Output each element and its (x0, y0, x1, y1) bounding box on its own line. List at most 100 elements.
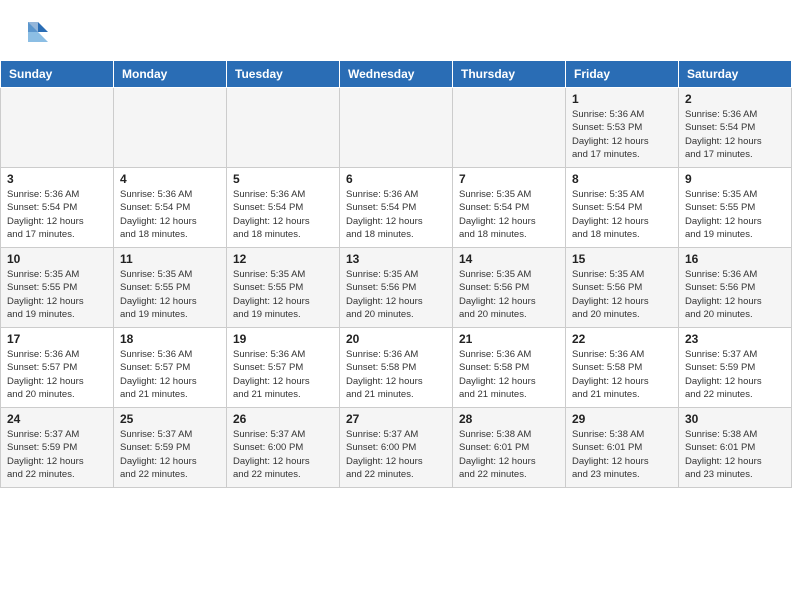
calendar-cell (114, 88, 227, 168)
calendar-week-4: 17 Sunrise: 5:36 AM Sunset: 5:57 PM Dayli… (1, 328, 792, 408)
day-number: 13 (346, 252, 446, 266)
day-number: 11 (120, 252, 220, 266)
calendar-cell (340, 88, 453, 168)
day-info: Sunrise: 5:35 AM Sunset: 5:55 PM Dayligh… (120, 268, 220, 321)
day-info: Sunrise: 5:37 AM Sunset: 5:59 PM Dayligh… (685, 348, 785, 401)
calendar-cell: 14 Sunrise: 5:35 AM Sunset: 5:56 PM Dayli… (453, 248, 566, 328)
day-info: Sunrise: 5:36 AM Sunset: 5:58 PM Dayligh… (572, 348, 672, 401)
calendar-week-1: 1Sunrise: 5:36 AM Sunset: 5:53 PM Daylig… (1, 88, 792, 168)
calendar-cell: 30 Sunrise: 5:38 AM Sunset: 6:01 PM Dayli… (679, 408, 792, 488)
calendar-cell: 25 Sunrise: 5:37 AM Sunset: 5:59 PM Dayli… (114, 408, 227, 488)
calendar-cell: 21 Sunrise: 5:36 AM Sunset: 5:58 PM Dayli… (453, 328, 566, 408)
day-info: Sunrise: 5:37 AM Sunset: 5:59 PM Dayligh… (120, 428, 220, 481)
day-info: Sunrise: 5:35 AM Sunset: 5:56 PM Dayligh… (346, 268, 446, 321)
calendar-table: SundayMondayTuesdayWednesdayThursdayFrid… (0, 60, 792, 488)
day-number: 21 (459, 332, 559, 346)
calendar-cell: 13 Sunrise: 5:35 AM Sunset: 5:56 PM Dayli… (340, 248, 453, 328)
day-info: Sunrise: 5:36 AM Sunset: 5:54 PM Dayligh… (346, 188, 446, 241)
day-number: 18 (120, 332, 220, 346)
calendar-cell: 29 Sunrise: 5:38 AM Sunset: 6:01 PM Dayli… (566, 408, 679, 488)
day-info: Sunrise: 5:35 AM Sunset: 5:55 PM Dayligh… (233, 268, 333, 321)
day-number: 8 (572, 172, 672, 186)
calendar-cell: 23 Sunrise: 5:37 AM Sunset: 5:59 PM Dayli… (679, 328, 792, 408)
weekday-header-monday: Monday (114, 61, 227, 88)
day-info: Sunrise: 5:36 AM Sunset: 5:54 PM Dayligh… (685, 108, 785, 161)
day-number: 2 (685, 92, 785, 106)
day-info: Sunrise: 5:35 AM Sunset: 5:56 PM Dayligh… (459, 268, 559, 321)
calendar-cell: 4 Sunrise: 5:36 AM Sunset: 5:54 PM Daylig… (114, 168, 227, 248)
day-number: 6 (346, 172, 446, 186)
day-number: 28 (459, 412, 559, 426)
day-number: 16 (685, 252, 785, 266)
day-info: Sunrise: 5:38 AM Sunset: 6:01 PM Dayligh… (572, 428, 672, 481)
day-info: Sunrise: 5:36 AM Sunset: 5:58 PM Dayligh… (459, 348, 559, 401)
calendar-week-5: 24 Sunrise: 5:37 AM Sunset: 5:59 PM Dayli… (1, 408, 792, 488)
page-header (0, 0, 792, 56)
day-info: Sunrise: 5:37 AM Sunset: 6:00 PM Dayligh… (233, 428, 333, 481)
weekday-header-friday: Friday (566, 61, 679, 88)
day-info: Sunrise: 5:36 AM Sunset: 5:57 PM Dayligh… (233, 348, 333, 401)
day-number: 20 (346, 332, 446, 346)
calendar-week-3: 10 Sunrise: 5:35 AM Sunset: 5:55 PM Dayli… (1, 248, 792, 328)
day-info: Sunrise: 5:37 AM Sunset: 6:00 PM Dayligh… (346, 428, 446, 481)
calendar-week-2: 3Sunrise: 5:36 AM Sunset: 5:54 PM Daylig… (1, 168, 792, 248)
calendar-cell: 15Sunrise: 5:35 AM Sunset: 5:56 PM Dayli… (566, 248, 679, 328)
day-number: 24 (7, 412, 107, 426)
day-number: 23 (685, 332, 785, 346)
calendar-body: 1Sunrise: 5:36 AM Sunset: 5:53 PM Daylig… (1, 88, 792, 488)
day-number: 15 (572, 252, 672, 266)
day-number: 19 (233, 332, 333, 346)
weekday-header-tuesday: Tuesday (227, 61, 340, 88)
day-number: 9 (685, 172, 785, 186)
calendar-cell: 10Sunrise: 5:35 AM Sunset: 5:55 PM Dayli… (1, 248, 114, 328)
calendar-cell: 27 Sunrise: 5:37 AM Sunset: 6:00 PM Dayli… (340, 408, 453, 488)
calendar-header: SundayMondayTuesdayWednesdayThursdayFrid… (1, 61, 792, 88)
day-number: 29 (572, 412, 672, 426)
calendar-cell: 16Sunrise: 5:36 AM Sunset: 5:56 PM Dayli… (679, 248, 792, 328)
day-number: 12 (233, 252, 333, 266)
calendar-cell: 20 Sunrise: 5:36 AM Sunset: 5:58 PM Dayli… (340, 328, 453, 408)
calendar-cell: 11 Sunrise: 5:35 AM Sunset: 5:55 PM Dayli… (114, 248, 227, 328)
calendar-cell: 18 Sunrise: 5:36 AM Sunset: 5:57 PM Dayli… (114, 328, 227, 408)
logo-icon (24, 18, 52, 46)
day-info: Sunrise: 5:36 AM Sunset: 5:54 PM Dayligh… (233, 188, 333, 241)
day-number: 22 (572, 332, 672, 346)
day-info: Sunrise: 5:35 AM Sunset: 5:55 PM Dayligh… (685, 188, 785, 241)
calendar-cell: 1Sunrise: 5:36 AM Sunset: 5:53 PM Daylig… (566, 88, 679, 168)
day-number: 5 (233, 172, 333, 186)
calendar-cell (1, 88, 114, 168)
weekday-header-row: SundayMondayTuesdayWednesdayThursdayFrid… (1, 61, 792, 88)
calendar-cell: 22 Sunrise: 5:36 AM Sunset: 5:58 PM Dayli… (566, 328, 679, 408)
weekday-header-wednesday: Wednesday (340, 61, 453, 88)
calendar-cell: 28 Sunrise: 5:38 AM Sunset: 6:01 PM Dayli… (453, 408, 566, 488)
calendar-cell: 24Sunrise: 5:37 AM Sunset: 5:59 PM Dayli… (1, 408, 114, 488)
day-number: 17 (7, 332, 107, 346)
day-number: 10 (7, 252, 107, 266)
calendar-cell: 7 Sunrise: 5:35 AM Sunset: 5:54 PM Daylig… (453, 168, 566, 248)
calendar-cell: 17 Sunrise: 5:36 AM Sunset: 5:57 PM Dayli… (1, 328, 114, 408)
day-info: Sunrise: 5:35 AM Sunset: 5:54 PM Dayligh… (572, 188, 672, 241)
calendar-cell: 2 Sunrise: 5:36 AM Sunset: 5:54 PM Daylig… (679, 88, 792, 168)
day-info: Sunrise: 5:35 AM Sunset: 5:54 PM Dayligh… (459, 188, 559, 241)
weekday-header-saturday: Saturday (679, 61, 792, 88)
calendar-cell: 6 Sunrise: 5:36 AM Sunset: 5:54 PM Daylig… (340, 168, 453, 248)
day-info: Sunrise: 5:36 AM Sunset: 5:54 PM Dayligh… (7, 188, 107, 241)
day-number: 14 (459, 252, 559, 266)
day-info: Sunrise: 5:36 AM Sunset: 5:58 PM Dayligh… (346, 348, 446, 401)
day-number: 30 (685, 412, 785, 426)
day-info: Sunrise: 5:38 AM Sunset: 6:01 PM Dayligh… (685, 428, 785, 481)
calendar-cell: 3Sunrise: 5:36 AM Sunset: 5:54 PM Daylig… (1, 168, 114, 248)
day-number: 7 (459, 172, 559, 186)
calendar-cell (453, 88, 566, 168)
day-number: 27 (346, 412, 446, 426)
day-info: Sunrise: 5:38 AM Sunset: 6:01 PM Dayligh… (459, 428, 559, 481)
calendar-cell: 12 Sunrise: 5:35 AM Sunset: 5:55 PM Dayli… (227, 248, 340, 328)
calendar-cell: 26 Sunrise: 5:37 AM Sunset: 6:00 PM Dayli… (227, 408, 340, 488)
day-info: Sunrise: 5:36 AM Sunset: 5:54 PM Dayligh… (120, 188, 220, 241)
day-number: 26 (233, 412, 333, 426)
day-info: Sunrise: 5:36 AM Sunset: 5:57 PM Dayligh… (120, 348, 220, 401)
calendar-cell: 8 Sunrise: 5:35 AM Sunset: 5:54 PM Daylig… (566, 168, 679, 248)
day-info: Sunrise: 5:36 AM Sunset: 5:57 PM Dayligh… (7, 348, 107, 401)
day-number: 25 (120, 412, 220, 426)
day-number: 4 (120, 172, 220, 186)
